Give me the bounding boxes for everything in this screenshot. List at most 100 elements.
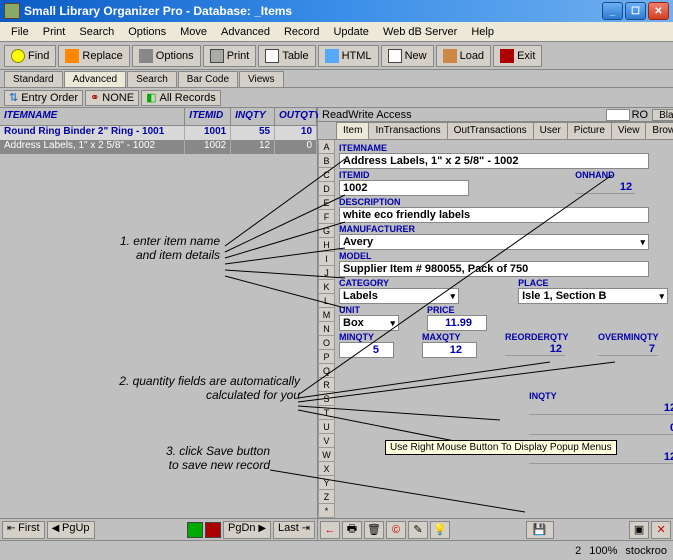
subtab-advanced[interactable]: Advanced (64, 71, 126, 87)
alpha-s[interactable]: S (318, 392, 335, 406)
html-button[interactable]: HTML (318, 45, 379, 67)
exit-button[interactable]: Exit (493, 45, 542, 67)
tab-user[interactable]: User (533, 122, 568, 139)
pgdn-button[interactable]: PgDn ▶ (223, 521, 271, 539)
menu-move[interactable]: Move (173, 24, 214, 40)
alpha-i[interactable]: I (318, 252, 335, 266)
desc-field[interactable]: white eco friendly labels (339, 207, 649, 223)
alpha-e[interactable]: E (318, 196, 335, 210)
tab-view[interactable]: View (611, 122, 647, 139)
menu-update[interactable]: Update (326, 24, 375, 40)
blank-button[interactable]: Blank (652, 109, 673, 121)
alpha-p[interactable]: P (318, 350, 335, 364)
alpha-b[interactable]: B (318, 154, 335, 168)
replace-button[interactable]: Replace (58, 45, 129, 67)
alpha-j[interactable]: J (318, 266, 335, 280)
color-green[interactable] (187, 522, 203, 538)
alpha-q[interactable]: Q (318, 364, 335, 378)
action1-button[interactable]: ▣ (629, 521, 649, 539)
alpha-o[interactable]: O (318, 336, 335, 350)
first-button[interactable]: ⇤ First (2, 521, 45, 539)
close-button[interactable]: ✕ (648, 2, 669, 20)
pgup-button[interactable]: ◀ PgUp (47, 521, 95, 539)
load-button[interactable]: Load (436, 45, 491, 67)
col-itemid[interactable]: ITEMID (185, 108, 231, 125)
alpha-f[interactable]: F (318, 210, 335, 224)
tab-outtrans[interactable]: OutTransactions (447, 122, 534, 139)
unit-label: UNIT (339, 305, 419, 315)
alpha-g[interactable]: G (318, 224, 335, 238)
minimize-button[interactable]: _ (602, 2, 623, 20)
find-button[interactable]: Find (4, 45, 56, 67)
menu-file[interactable]: File (4, 24, 36, 40)
alpha-n[interactable]: N (318, 322, 335, 336)
unit-select[interactable]: Box (339, 315, 399, 331)
maxqty-field[interactable]: 12 (422, 342, 477, 358)
alpha-k[interactable]: K (318, 280, 335, 294)
action2-button[interactable]: ✕ (651, 521, 671, 539)
edit-button[interactable]: ✎ (408, 521, 428, 539)
alpha-d[interactable]: D (318, 182, 335, 196)
tip-button[interactable]: 💡 (430, 521, 450, 539)
subtab-views[interactable]: Views (239, 71, 284, 87)
alpha-t[interactable]: T (318, 406, 335, 420)
group-button[interactable]: ⚭NONE (85, 90, 139, 106)
alpha-strip: A B C D E F G H I J K L M N O P Q R S T (318, 140, 335, 518)
place-select[interactable]: Isle 1, Section B (518, 288, 668, 304)
subtab-search[interactable]: Search (127, 71, 177, 87)
maximize-button[interactable]: ☐ (625, 2, 646, 20)
new-button[interactable]: New (381, 45, 434, 67)
table-row[interactable]: Round Ring Binder 2" Ring - 1001 1001 55… (0, 126, 317, 140)
color-red[interactable] (205, 522, 221, 538)
alpha-y[interactable]: Y (318, 476, 335, 490)
tab-picture[interactable]: Picture (567, 122, 612, 139)
menu-help[interactable]: Help (464, 24, 501, 40)
alpha-h[interactable]: H (318, 238, 335, 252)
filter-button[interactable]: ◧All Records (141, 90, 221, 106)
print-button[interactable]: Print (203, 45, 257, 67)
itemid-field[interactable]: 1002 (339, 180, 469, 196)
itemname-field[interactable]: Address Labels, 1" x 2 5/8" - 1002 (339, 153, 649, 169)
alpha-w[interactable]: W (318, 448, 335, 462)
manu-select[interactable]: Avery (339, 234, 649, 250)
minqty-field[interactable]: 5 (339, 342, 394, 358)
tab-item[interactable]: Item (336, 122, 369, 139)
alpha-v[interactable]: V (318, 434, 335, 448)
menu-record[interactable]: Record (277, 24, 326, 40)
cat-select[interactable]: Labels (339, 288, 459, 304)
grid-body[interactable]: Round Ring Binder 2" Ring - 1001 1001 55… (0, 126, 317, 518)
tab-browser[interactable]: Browser (645, 122, 673, 139)
table-button[interactable]: Table (258, 45, 315, 67)
alpha-x[interactable]: X (318, 462, 335, 476)
menu-options[interactable]: Options (121, 24, 173, 40)
menu-webdb[interactable]: Web dB Server (376, 24, 464, 40)
subtab-standard[interactable]: Standard (4, 71, 63, 87)
back-button[interactable]: ← (320, 521, 340, 539)
alpha-r[interactable]: R (318, 378, 335, 392)
print-detail-button[interactable]: 🖶 (342, 521, 362, 539)
subtab-barcode[interactable]: Bar Code (178, 71, 238, 87)
alpha-m[interactable]: M (318, 308, 335, 322)
col-inqty[interactable]: INQTY (231, 108, 275, 125)
col-outqty[interactable]: OUTQTY (275, 108, 317, 125)
alpha-star[interactable]: * (318, 504, 335, 518)
save-button[interactable]: 💾 (526, 521, 554, 539)
last-button[interactable]: Last ⇥ (273, 521, 315, 539)
table-row-selected[interactable]: Address Labels, 1" x 2 5/8" - 1002 1002 … (0, 140, 317, 154)
col-itemname[interactable]: ITEMNAME (0, 108, 185, 125)
alpha-u[interactable]: U (318, 420, 335, 434)
alpha-z[interactable]: Z (318, 490, 335, 504)
menu-search[interactable]: Search (72, 24, 121, 40)
alpha-l[interactable]: L (318, 294, 335, 308)
alpha-c[interactable]: C (318, 168, 335, 182)
menu-advanced[interactable]: Advanced (214, 24, 277, 40)
sort-button[interactable]: ⇅Entry Order (4, 90, 83, 106)
alpha-a[interactable]: A (318, 140, 335, 154)
price-field[interactable]: 11.99 (427, 315, 487, 331)
tab-intrans[interactable]: InTransactions (368, 122, 447, 139)
copyright-button[interactable]: © (386, 521, 406, 539)
delete-button[interactable]: 🗑 (364, 521, 384, 539)
options-button[interactable]: Options (132, 45, 201, 67)
menu-print[interactable]: Print (36, 24, 73, 40)
model-field[interactable]: Supplier Item # 980055, Pack of 750 (339, 261, 649, 277)
